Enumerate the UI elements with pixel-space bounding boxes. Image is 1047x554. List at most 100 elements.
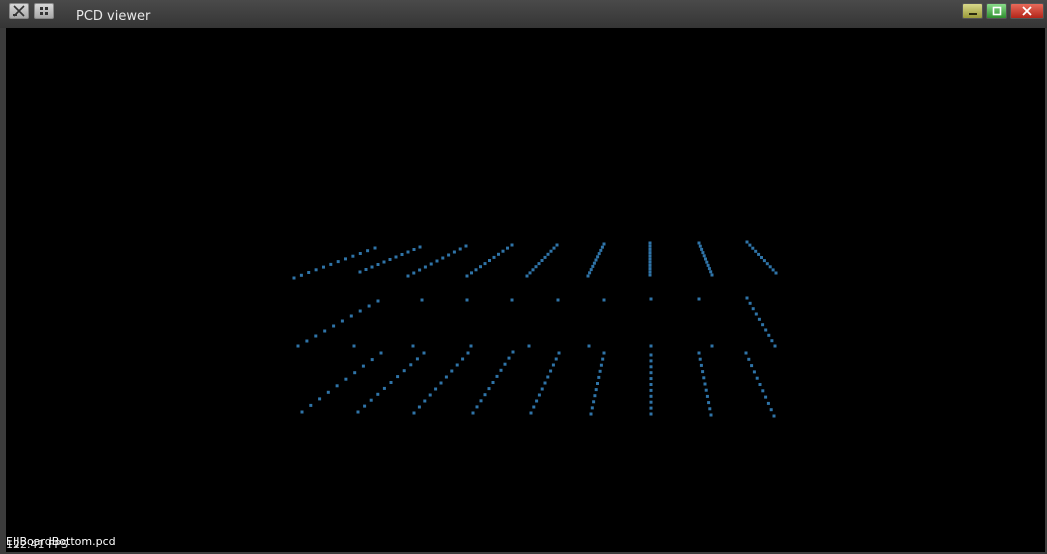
point — [441, 256, 445, 260]
point — [701, 251, 705, 255]
point — [361, 364, 365, 368]
point — [543, 381, 547, 385]
point — [309, 403, 313, 407]
point — [415, 357, 419, 361]
maximize-icon — [992, 6, 1001, 16]
point — [492, 255, 496, 259]
point — [764, 328, 768, 332]
point — [351, 254, 355, 258]
point — [601, 357, 605, 361]
minimize-button[interactable] — [962, 3, 983, 19]
point — [474, 268, 478, 272]
point — [648, 260, 652, 264]
point — [770, 339, 774, 343]
point — [589, 412, 593, 416]
point — [710, 273, 714, 277]
point — [379, 351, 383, 355]
point — [540, 259, 544, 262]
point — [649, 412, 653, 416]
point — [697, 241, 701, 245]
point — [748, 243, 752, 247]
point — [528, 271, 532, 275]
point — [649, 359, 653, 363]
point — [648, 257, 652, 261]
point — [452, 250, 456, 254]
point — [349, 314, 353, 318]
point — [318, 397, 322, 401]
layout-button[interactable] — [34, 3, 54, 19]
point — [406, 274, 410, 278]
grid-icon — [40, 7, 48, 15]
point — [394, 255, 398, 259]
point — [367, 304, 371, 308]
point — [754, 249, 758, 253]
point — [537, 262, 541, 266]
point-cloud-viewport[interactable] — [6, 28, 1045, 552]
point — [705, 260, 709, 264]
point — [593, 394, 597, 398]
minimize-icon — [968, 13, 977, 15]
point — [762, 259, 766, 263]
point — [648, 241, 652, 245]
point — [323, 329, 327, 333]
point — [709, 413, 713, 417]
point — [765, 262, 769, 266]
point — [704, 257, 707, 261]
point — [336, 260, 340, 264]
point — [745, 240, 749, 244]
point — [697, 297, 701, 301]
point — [555, 243, 559, 247]
point — [402, 369, 406, 373]
point — [525, 274, 529, 278]
point — [439, 381, 443, 385]
point — [747, 357, 751, 361]
point — [444, 375, 448, 379]
point — [546, 252, 550, 256]
point — [761, 323, 765, 327]
point — [551, 363, 555, 367]
point — [648, 247, 652, 251]
point — [411, 344, 415, 348]
point — [758, 383, 762, 386]
point — [587, 344, 591, 348]
point — [600, 245, 604, 249]
point — [602, 242, 606, 246]
point — [704, 388, 708, 392]
point — [543, 255, 547, 259]
point — [353, 371, 357, 375]
point — [470, 271, 473, 275]
app-menu-button[interactable] — [9, 3, 29, 19]
point — [649, 388, 653, 392]
point — [697, 351, 701, 355]
point — [599, 363, 603, 367]
point — [648, 254, 652, 258]
point — [511, 350, 515, 354]
point — [649, 371, 653, 375]
point — [705, 394, 709, 398]
point — [434, 387, 438, 391]
point — [382, 260, 386, 264]
point — [469, 344, 473, 348]
point — [708, 407, 712, 411]
point — [503, 362, 507, 366]
point — [296, 344, 300, 348]
title-bar[interactable]: PCD viewer — [0, 0, 1047, 29]
point — [764, 395, 768, 399]
point — [506, 246, 509, 250]
point — [499, 368, 503, 372]
point — [760, 256, 763, 259]
point — [471, 411, 475, 415]
point — [356, 410, 360, 414]
point — [546, 375, 550, 379]
point — [703, 382, 707, 386]
point — [540, 387, 544, 391]
point — [748, 301, 752, 305]
point — [376, 263, 380, 266]
close-button[interactable] — [1010, 3, 1044, 19]
maximize-button[interactable] — [986, 3, 1007, 19]
point — [649, 353, 653, 357]
point — [698, 244, 702, 248]
point — [586, 274, 590, 278]
point — [396, 375, 400, 379]
point — [534, 265, 538, 269]
